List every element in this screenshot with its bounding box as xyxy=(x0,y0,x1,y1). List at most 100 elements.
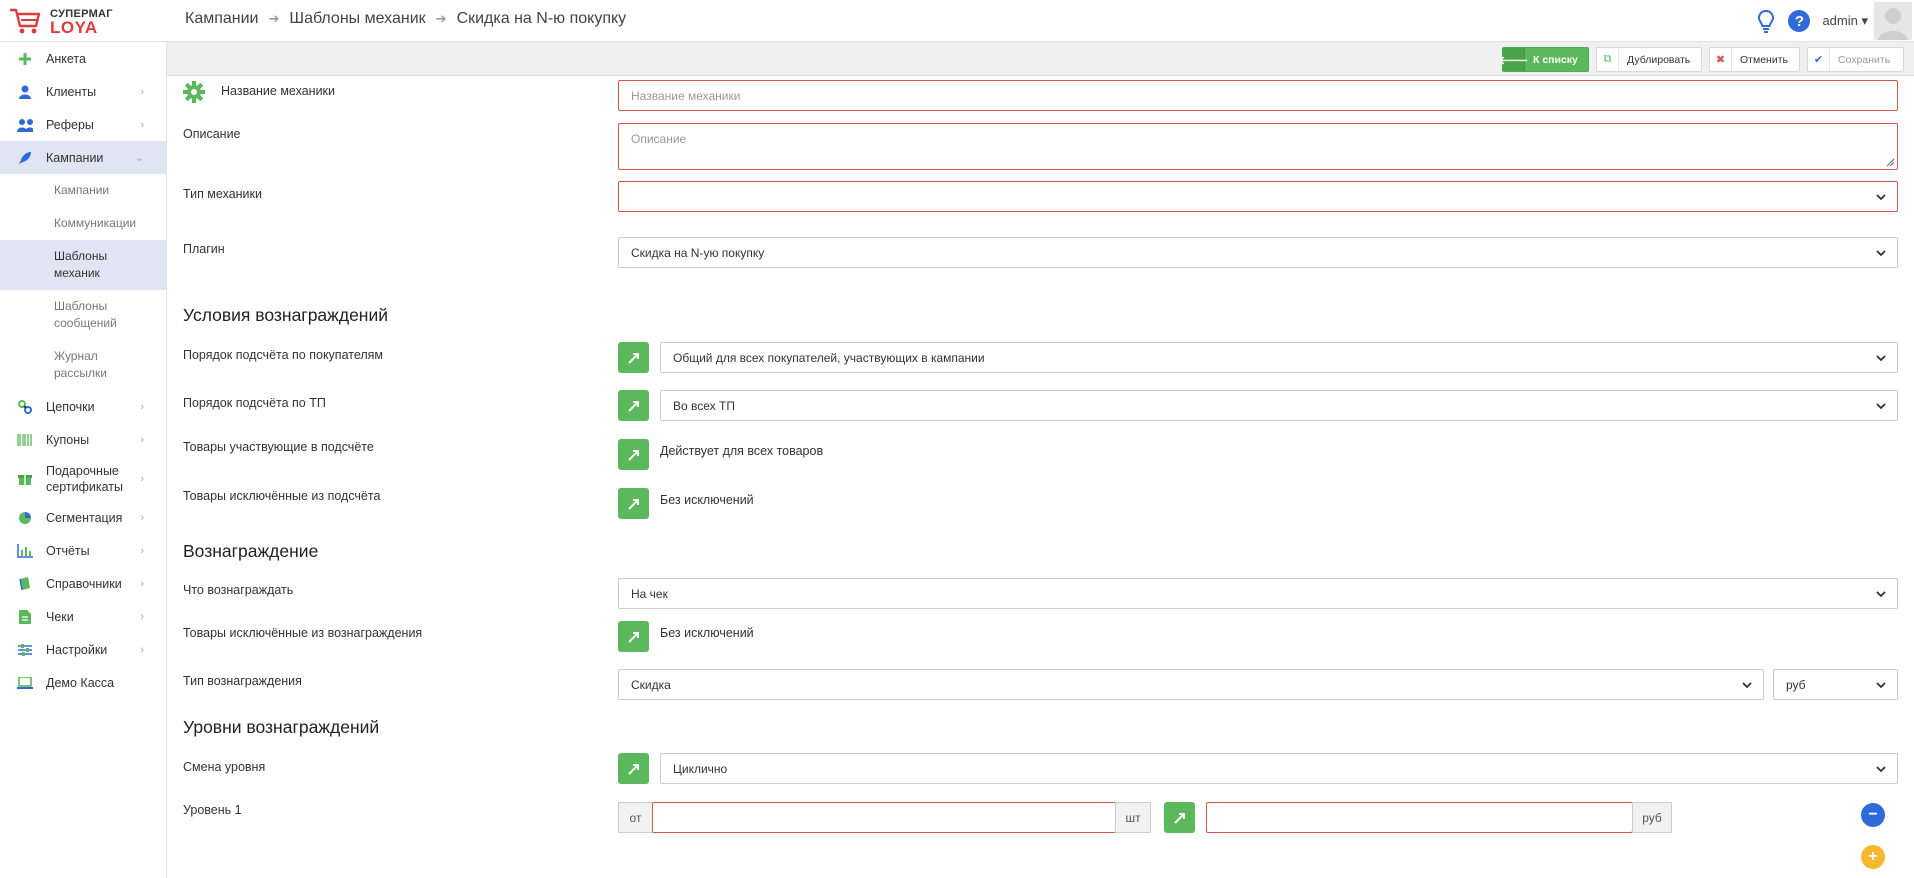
sidebar-subitem-label: Шаблоны механик xyxy=(54,249,108,280)
sidebar-item-demo-cash[interactable]: Демо Касса xyxy=(0,666,166,699)
tp-count-value: Во всех ТП xyxy=(673,398,735,413)
chevron-right-icon: › xyxy=(140,577,144,590)
users-icon xyxy=(17,117,33,133)
cart-icon xyxy=(10,8,41,34)
sidebar-subitem-mechanic-templates[interactable]: Шаблоны механик xyxy=(0,240,166,290)
sidebar-item-label: Настройки xyxy=(46,642,108,657)
user-menu[interactable]: admin ▾ xyxy=(1822,13,1868,29)
lightbulb-icon[interactable] xyxy=(1756,9,1776,33)
edit-buyers-count-button[interactable] xyxy=(618,342,649,373)
sidebar-item-referrers[interactable]: Реферы › xyxy=(0,108,166,141)
level-change-select[interactable]: Циклично xyxy=(660,753,1898,784)
buyers-count-label: Порядок подсчёта по покупателям xyxy=(183,348,384,362)
save-button[interactable]: ✔ Сохранить xyxy=(1807,47,1904,72)
logo[interactable]: СУПЕРМАГ LOYA xyxy=(8,4,168,38)
tp-count-select[interactable]: Во всех ТП xyxy=(660,390,1898,421)
user-name: admin xyxy=(1822,13,1858,28)
help-icon[interactable]: ? xyxy=(1788,10,1811,32)
edit-arrow-icon xyxy=(627,763,639,775)
sidebar-subitem-campaigns[interactable]: Кампании xyxy=(0,174,166,207)
reward-currency-value: руб xyxy=(1786,677,1806,692)
description-textarea[interactable]: Описание xyxy=(618,123,1898,170)
qty-addon: шт xyxy=(1115,802,1151,833)
chevron-right-icon: › xyxy=(140,643,144,656)
description-placeholder: Описание xyxy=(631,132,687,146)
sidebar-item-label: Сегментация xyxy=(46,510,123,525)
sidebar-item-clients[interactable]: Клиенты › xyxy=(0,75,166,108)
sidebar-item-receipts[interactable]: Чеки › xyxy=(0,600,166,633)
edit-reward-excluded-button[interactable] xyxy=(618,621,649,652)
logo-bottom-text: LOYA xyxy=(50,18,98,37)
level-change-label: Смена уровня xyxy=(183,760,266,774)
sidebar: Анкета Клиенты › Реферы › Кампании ⌄ Кам… xyxy=(0,42,167,878)
cancel-label: Отменить xyxy=(1740,53,1788,66)
back-to-list-button[interactable]: 🡐 К списку xyxy=(1499,47,1589,72)
chevron-right-icon: › xyxy=(140,118,144,131)
plugin-select[interactable]: Скидка на N-ую покупку xyxy=(618,237,1898,268)
level-1-from-input[interactable] xyxy=(652,802,1116,833)
sidebar-subitem-mailing-log[interactable]: Журнал рассылки xyxy=(0,340,166,390)
reward-currency-select[interactable]: руб xyxy=(1773,669,1898,700)
reward-type-value: Скидка xyxy=(631,677,671,692)
sidebar-item-settings[interactable]: Настройки › xyxy=(0,633,166,666)
plus-icon[interactable]: + xyxy=(1861,845,1885,869)
sidebar-item-label: Чеки xyxy=(46,609,74,624)
sidebar-item-segmentation[interactable]: Сегментация › xyxy=(0,501,166,534)
reward-excluded-value: Без исключений xyxy=(660,626,754,640)
minus-icon[interactable]: − xyxy=(1861,803,1885,827)
reward-excluded-label: Товары исключённые из вознаграждения xyxy=(183,626,423,640)
sidebar-subitem-communications[interactable]: Коммуникации xyxy=(0,207,166,240)
arrow-right-icon: ➔ xyxy=(435,11,447,26)
sidebar-item-label: Цепочки xyxy=(46,399,95,414)
edit-level-change-button[interactable] xyxy=(618,753,649,784)
sidebar-item-label: Реферы xyxy=(46,117,94,132)
duplicate-button[interactable]: ⧉ Дублировать xyxy=(1596,47,1702,72)
chevron-right-icon: › xyxy=(140,472,144,485)
sidebar-subitem-label: Коммуникации xyxy=(54,216,137,230)
bar-chart-icon xyxy=(17,543,33,559)
sidebar-item-gift-certificates[interactable]: Подарочные сертификаты › xyxy=(0,456,166,501)
duplicate-label: Дублировать xyxy=(1627,53,1691,66)
mechanic-type-select[interactable] xyxy=(618,181,1898,212)
cancel-button[interactable]: ✖ Отменить xyxy=(1709,47,1800,72)
reward-type-select[interactable]: Скидка xyxy=(618,669,1764,700)
sidebar-item-references[interactable]: Справочники › xyxy=(0,567,166,600)
book-icon xyxy=(17,576,33,592)
chevron-down-icon: ⌄ xyxy=(134,152,144,164)
action-bar: 🡐 К списку ⧉ Дублировать ✖ Отменить ✔ Со… xyxy=(167,42,1914,76)
rub-addon: руб xyxy=(1632,802,1672,833)
sidebar-item-label: Демо Касса xyxy=(46,675,115,690)
sidebar-item-coupons[interactable]: Купоны › xyxy=(0,423,166,456)
goods-counted-label: Товары участвующие в подсчёте xyxy=(183,440,374,454)
arrow-right-icon: ➔ xyxy=(268,11,280,26)
plugin-label: Плагин xyxy=(183,242,225,256)
sidebar-subitem-message-templates[interactable]: Шаблоны сообщений xyxy=(0,290,166,340)
reward-what-select[interactable]: На чек xyxy=(618,578,1898,609)
mechanic-name-placeholder: Название механики xyxy=(631,88,741,103)
mechanic-type-label: Тип механики xyxy=(183,187,262,201)
sidebar-item-reports[interactable]: Отчёты › xyxy=(0,534,166,567)
arrow-left-icon: 🡐 xyxy=(1499,48,1528,71)
mechanic-name-label: Название механики xyxy=(221,84,336,98)
sidebar-item-profile[interactable]: Анкета xyxy=(0,42,166,75)
avatar[interactable] xyxy=(1874,2,1912,40)
edit-tp-count-button[interactable] xyxy=(618,390,649,421)
sidebar-item-chains[interactable]: Цепочки › xyxy=(0,390,166,423)
edit-level-1-button[interactable] xyxy=(1164,802,1195,833)
breadcrumb-mechanic-templates[interactable]: Шаблоны механик xyxy=(289,10,425,28)
breadcrumb-campaigns[interactable]: Кампании xyxy=(185,10,259,28)
edit-arrow-icon xyxy=(627,631,639,643)
edit-goods-counted-button[interactable] xyxy=(618,439,649,470)
chevron-down-icon xyxy=(1876,766,1886,773)
reward-what-label: Что вознаграждать xyxy=(183,583,294,597)
save-label: Сохранить xyxy=(1838,53,1891,66)
sidebar-item-campaigns[interactable]: Кампании ⌄ xyxy=(0,141,166,174)
resize-handle-icon[interactable] xyxy=(1886,158,1895,167)
level-1-reward-input[interactable] xyxy=(1206,802,1633,833)
buyers-count-value: Общий для всех покупателей, участвующих … xyxy=(673,350,985,365)
mechanic-name-input[interactable]: Название механики xyxy=(618,80,1898,111)
gear-icon[interactable] xyxy=(183,81,205,103)
sidebar-item-label: Клиенты xyxy=(46,84,97,99)
buyers-count-select[interactable]: Общий для всех покупателей, участвующих … xyxy=(660,342,1898,373)
edit-goods-excluded-button[interactable] xyxy=(618,488,649,519)
